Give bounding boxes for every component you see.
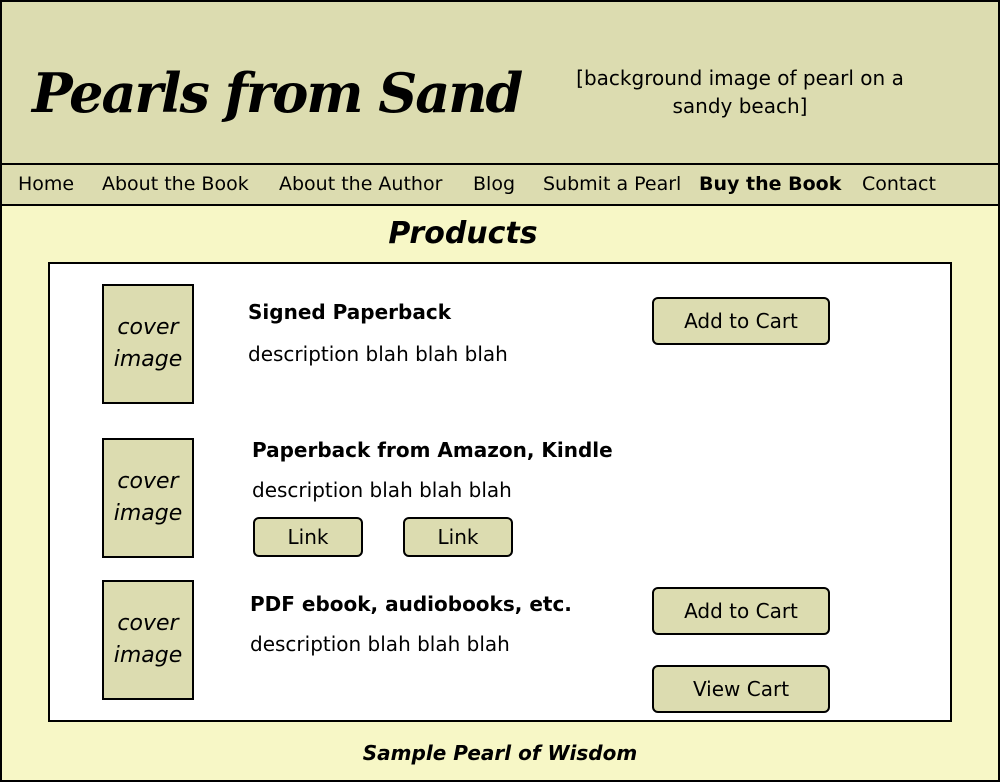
nav-item-home[interactable]: Home	[18, 165, 74, 204]
add-to-cart-button[interactable]: Add to Cart	[652, 297, 830, 345]
cover-image-label: cover image	[113, 611, 183, 668]
background-image-placeholder: [background image of pearl on a sandy be…	[576, 66, 904, 118]
product-title: PDF ebook, audiobooks, etc.	[250, 592, 572, 616]
page-title: Products	[388, 216, 538, 251]
product-description: description blah blah blah	[252, 478, 512, 502]
link-button[interactable]: Link	[253, 517, 363, 557]
nav-item-about-the-book[interactable]: About the Book	[102, 165, 249, 204]
page-frame: Pearls from Sand [background image of pe…	[0, 0, 1000, 782]
product-title: Paperback from Amazon, Kindle	[252, 438, 613, 462]
product-description: description blah blah blah	[250, 632, 510, 656]
nav-item-submit-a-pearl[interactable]: Submit a Pearl	[543, 165, 681, 204]
cover-image-label: cover image	[113, 469, 183, 526]
main-nav: Home About the Book About the Author Blo…	[2, 165, 998, 206]
link-button[interactable]: Link	[403, 517, 513, 557]
nav-item-contact[interactable]: Contact	[862, 165, 936, 204]
site-header: Pearls from Sand [background image of pe…	[2, 2, 998, 165]
view-cart-button[interactable]: View Cart	[652, 665, 830, 713]
nav-item-buy-the-book[interactable]: Buy the Book	[699, 165, 841, 204]
cover-image: cover image	[102, 438, 194, 558]
nav-item-about-the-author[interactable]: About the Author	[279, 165, 442, 204]
cover-image: cover image	[102, 580, 194, 700]
nav-item-blog[interactable]: Blog	[473, 165, 515, 204]
pearl-of-wisdom: Sample Pearl of Wisdom	[362, 741, 638, 765]
cover-image: cover image	[102, 284, 194, 404]
product-title: Signed Paperback	[248, 300, 451, 324]
add-to-cart-button[interactable]: Add to Cart	[652, 587, 830, 635]
cover-image-label: cover image	[113, 315, 183, 372]
site-title[interactable]: Pearls from Sand	[32, 66, 523, 120]
products-panel: cover image Signed Paperback description…	[48, 262, 952, 722]
product-description: description blah blah blah	[248, 342, 508, 366]
